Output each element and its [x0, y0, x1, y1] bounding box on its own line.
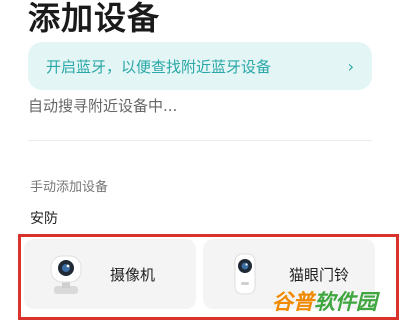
device-label-camera: 摄像机: [110, 265, 156, 284]
watermark: 谷普软件园: [272, 286, 377, 316]
enable-bluetooth-banner[interactable]: 开启蓝牙，以便查找附近蓝牙设备 ›: [28, 42, 372, 90]
search-status: 自动搜寻附近设备中...: [28, 97, 178, 115]
device-card-camera[interactable]: 摄像机: [24, 239, 196, 309]
peephole-doorbell-icon: [234, 253, 256, 295]
bluetooth-banner-text: 开启蓝牙，以便查找附近蓝牙设备: [46, 57, 272, 76]
category-security: 安防: [30, 211, 58, 227]
chevron-right-icon: ›: [347, 56, 354, 76]
device-label-peephole-doorbell: 猫眼门铃: [289, 265, 350, 284]
camera-icon: [50, 255, 82, 294]
page-title: 添加设备: [28, 0, 161, 37]
manual-add-section-title: 手动添加设备: [30, 180, 109, 195]
watermark-part1: 谷普: [272, 290, 314, 314]
watermark-part2: 软件园: [314, 290, 377, 314]
divider: [28, 140, 372, 141]
